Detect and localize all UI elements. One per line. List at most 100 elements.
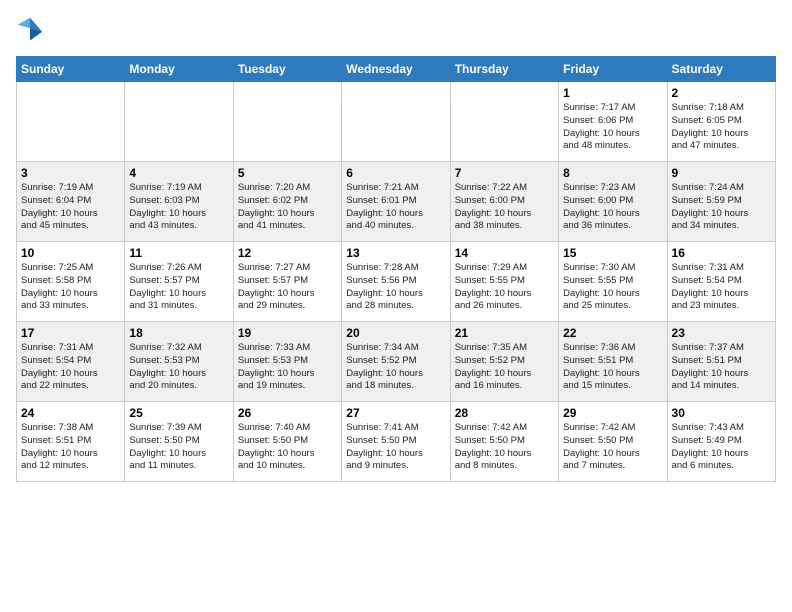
day-number: 18 bbox=[129, 326, 228, 340]
calendar-cell: 23 Sunrise: 7:37 AM Sunset: 5:51 PM Dayli… bbox=[667, 322, 775, 402]
calendar-week-1: 3 Sunrise: 7:19 AM Sunset: 6:04 PM Daylig… bbox=[17, 162, 776, 242]
day-info: Sunrise: 7:17 AM Sunset: 6:06 PM Dayligh… bbox=[563, 102, 662, 153]
day-info: Sunrise: 7:27 AM Sunset: 5:57 PM Dayligh… bbox=[238, 262, 337, 313]
calendar-cell: 7Sunrise: 7:22 AM Sunset: 6:00 PM Daylig… bbox=[450, 162, 558, 242]
day-info: Sunrise: 7:37 AM Sunset: 5:51 PM Dayligh… bbox=[672, 342, 771, 393]
calendar-cell: 22Sunrise: 7:36 AM Sunset: 5:51 PM Dayli… bbox=[559, 322, 667, 402]
day-info: Sunrise: 7:30 AM Sunset: 5:55 PM Dayligh… bbox=[563, 262, 662, 313]
weekday-monday: Monday bbox=[125, 57, 233, 82]
day-number: 11 bbox=[129, 246, 228, 260]
day-info: Sunrise: 7:42 AM Sunset: 5:50 PM Dayligh… bbox=[455, 422, 554, 473]
day-info: Sunrise: 7:19 AM Sunset: 6:03 PM Dayligh… bbox=[129, 182, 228, 233]
day-number: 19 bbox=[238, 326, 337, 340]
calendar-week-2: 10Sunrise: 7:25 AM Sunset: 5:58 PM Dayli… bbox=[17, 242, 776, 322]
calendar-cell: 1 Sunrise: 7:17 AM Sunset: 6:06 PM Daylig… bbox=[559, 82, 667, 162]
calendar-week-0: 1 Sunrise: 7:17 AM Sunset: 6:06 PM Daylig… bbox=[17, 82, 776, 162]
day-number: 2 bbox=[672, 86, 771, 100]
calendar-cell: 9 Sunrise: 7:24 AM Sunset: 5:59 PM Daylig… bbox=[667, 162, 775, 242]
day-number: 16 bbox=[672, 246, 771, 260]
calendar-body: 1 Sunrise: 7:17 AM Sunset: 6:06 PM Daylig… bbox=[17, 82, 776, 482]
day-number: 23 bbox=[672, 326, 771, 340]
day-number: 12 bbox=[238, 246, 337, 260]
day-number: 9 bbox=[672, 166, 771, 180]
calendar-week-3: 17 Sunrise: 7:31 AM Sunset: 5:54 PM Dayli… bbox=[17, 322, 776, 402]
day-number: 28 bbox=[455, 406, 554, 420]
day-number: 29 bbox=[563, 406, 662, 420]
day-info: Sunrise: 7:31 AM Sunset: 5:54 PM Dayligh… bbox=[21, 342, 120, 393]
day-info: Sunrise: 7:36 AM Sunset: 5:51 PM Dayligh… bbox=[563, 342, 662, 393]
day-info: Sunrise: 7:33 AM Sunset: 5:53 PM Dayligh… bbox=[238, 342, 337, 393]
calendar-cell: 20Sunrise: 7:34 AM Sunset: 5:52 PM Dayli… bbox=[342, 322, 450, 402]
day-number: 8 bbox=[563, 166, 662, 180]
day-number: 15 bbox=[563, 246, 662, 260]
day-info: Sunrise: 7:42 AM Sunset: 5:50 PM Dayligh… bbox=[563, 422, 662, 473]
calendar-cell: 8 Sunrise: 7:23 AM Sunset: 6:00 PM Daylig… bbox=[559, 162, 667, 242]
calendar-week-4: 24 Sunrise: 7:38 AM Sunset: 5:51 PM Dayli… bbox=[17, 402, 776, 482]
calendar-cell: 3 Sunrise: 7:19 AM Sunset: 6:04 PM Daylig… bbox=[17, 162, 125, 242]
weekday-saturday: Saturday bbox=[667, 57, 775, 82]
calendar-cell: 10Sunrise: 7:25 AM Sunset: 5:58 PM Dayli… bbox=[17, 242, 125, 322]
calendar-cell: 28 Sunrise: 7:42 AM Sunset: 5:50 PM Dayli… bbox=[450, 402, 558, 482]
calendar-cell: 2 Sunrise: 7:18 AM Sunset: 6:05 PM Daylig… bbox=[667, 82, 775, 162]
weekday-wednesday: Wednesday bbox=[342, 57, 450, 82]
day-info: Sunrise: 7:35 AM Sunset: 5:52 PM Dayligh… bbox=[455, 342, 554, 393]
calendar-cell bbox=[450, 82, 558, 162]
day-number: 10 bbox=[21, 246, 120, 260]
day-info: Sunrise: 7:31 AM Sunset: 5:54 PM Dayligh… bbox=[672, 262, 771, 313]
calendar-cell: 30Sunrise: 7:43 AM Sunset: 5:49 PM Dayli… bbox=[667, 402, 775, 482]
day-info: Sunrise: 7:43 AM Sunset: 5:49 PM Dayligh… bbox=[672, 422, 771, 473]
calendar-cell: 16 Sunrise: 7:31 AM Sunset: 5:54 PM Dayli… bbox=[667, 242, 775, 322]
calendar-cell: 4 Sunrise: 7:19 AM Sunset: 6:03 PM Daylig… bbox=[125, 162, 233, 242]
day-info: Sunrise: 7:18 AM Sunset: 6:05 PM Dayligh… bbox=[672, 102, 771, 153]
day-info: Sunrise: 7:26 AM Sunset: 5:57 PM Dayligh… bbox=[129, 262, 228, 313]
day-info: Sunrise: 7:19 AM Sunset: 6:04 PM Dayligh… bbox=[21, 182, 120, 233]
logo-icon bbox=[16, 16, 44, 44]
day-info: Sunrise: 7:29 AM Sunset: 5:55 PM Dayligh… bbox=[455, 262, 554, 313]
calendar-cell: 29 Sunrise: 7:42 AM Sunset: 5:50 PM Dayli… bbox=[559, 402, 667, 482]
day-info: Sunrise: 7:22 AM Sunset: 6:00 PM Dayligh… bbox=[455, 182, 554, 233]
calendar-cell: 5Sunrise: 7:20 AM Sunset: 6:02 PM Daylig… bbox=[233, 162, 341, 242]
calendar-cell: 19 Sunrise: 7:33 AM Sunset: 5:53 PM Dayli… bbox=[233, 322, 341, 402]
calendar-cell bbox=[342, 82, 450, 162]
day-info: Sunrise: 7:21 AM Sunset: 6:01 PM Dayligh… bbox=[346, 182, 445, 233]
calendar-cell: 14 Sunrise: 7:29 AM Sunset: 5:55 PM Dayli… bbox=[450, 242, 558, 322]
day-number: 1 bbox=[563, 86, 662, 100]
calendar-cell bbox=[125, 82, 233, 162]
day-number: 21 bbox=[455, 326, 554, 340]
day-number: 17 bbox=[21, 326, 120, 340]
calendar-cell: 17 Sunrise: 7:31 AM Sunset: 5:54 PM Dayli… bbox=[17, 322, 125, 402]
day-info: Sunrise: 7:39 AM Sunset: 5:50 PM Dayligh… bbox=[129, 422, 228, 473]
calendar-cell: 11 Sunrise: 7:26 AM Sunset: 5:57 PM Dayli… bbox=[125, 242, 233, 322]
weekday-header-row: SundayMondayTuesdayWednesdayThursdayFrid… bbox=[17, 57, 776, 82]
weekday-tuesday: Tuesday bbox=[233, 57, 341, 82]
calendar-cell bbox=[17, 82, 125, 162]
day-number: 24 bbox=[21, 406, 120, 420]
day-number: 4 bbox=[129, 166, 228, 180]
logo bbox=[16, 16, 48, 44]
day-info: Sunrise: 7:20 AM Sunset: 6:02 PM Dayligh… bbox=[238, 182, 337, 233]
weekday-sunday: Sunday bbox=[17, 57, 125, 82]
calendar-cell: 15 Sunrise: 7:30 AM Sunset: 5:55 PM Dayli… bbox=[559, 242, 667, 322]
page: SundayMondayTuesdayWednesdayThursdayFrid… bbox=[0, 0, 792, 492]
header bbox=[16, 16, 776, 44]
day-number: 14 bbox=[455, 246, 554, 260]
day-info: Sunrise: 7:28 AM Sunset: 5:56 PM Dayligh… bbox=[346, 262, 445, 313]
calendar-cell: 13 Sunrise: 7:28 AM Sunset: 5:56 PM Dayli… bbox=[342, 242, 450, 322]
calendar-cell: 21 Sunrise: 7:35 AM Sunset: 5:52 PM Dayli… bbox=[450, 322, 558, 402]
calendar-cell: 26Sunrise: 7:40 AM Sunset: 5:50 PM Dayli… bbox=[233, 402, 341, 482]
day-number: 6 bbox=[346, 166, 445, 180]
day-number: 13 bbox=[346, 246, 445, 260]
day-info: Sunrise: 7:23 AM Sunset: 6:00 PM Dayligh… bbox=[563, 182, 662, 233]
calendar-cell: 27Sunrise: 7:41 AM Sunset: 5:50 PM Dayli… bbox=[342, 402, 450, 482]
day-info: Sunrise: 7:38 AM Sunset: 5:51 PM Dayligh… bbox=[21, 422, 120, 473]
day-number: 26 bbox=[238, 406, 337, 420]
day-number: 20 bbox=[346, 326, 445, 340]
calendar: SundayMondayTuesdayWednesdayThursdayFrid… bbox=[16, 56, 776, 482]
calendar-cell: 6 Sunrise: 7:21 AM Sunset: 6:01 PM Daylig… bbox=[342, 162, 450, 242]
day-number: 25 bbox=[129, 406, 228, 420]
day-info: Sunrise: 7:41 AM Sunset: 5:50 PM Dayligh… bbox=[346, 422, 445, 473]
calendar-cell: 18Sunrise: 7:32 AM Sunset: 5:53 PM Dayli… bbox=[125, 322, 233, 402]
day-number: 3 bbox=[21, 166, 120, 180]
day-info: Sunrise: 7:24 AM Sunset: 5:59 PM Dayligh… bbox=[672, 182, 771, 233]
calendar-cell bbox=[233, 82, 341, 162]
